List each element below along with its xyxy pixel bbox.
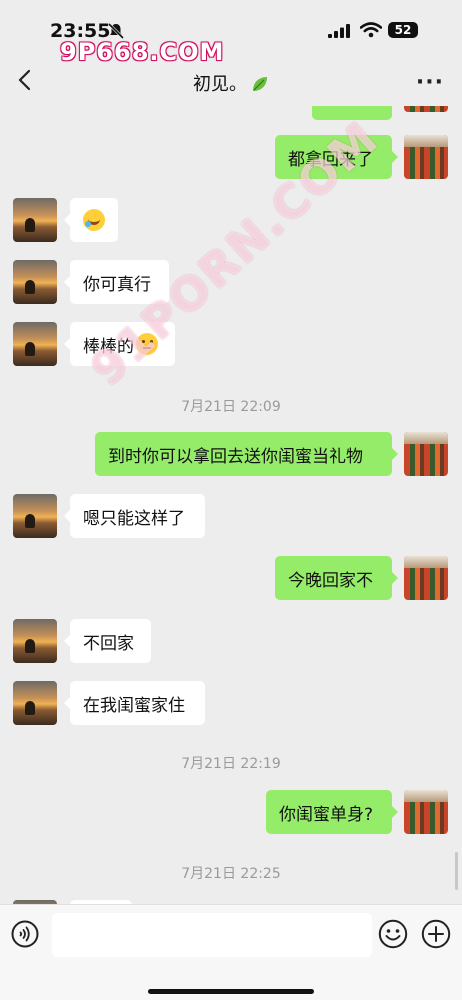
avatar-self[interactable] [404,432,448,476]
wifi-icon [360,22,382,38]
voice-input-icon[interactable] [11,920,39,948]
avatar-contact[interactable] [13,198,57,242]
laugh-cry-emoji-icon [83,209,105,231]
input-bar [0,904,462,1000]
emoji-picker-icon[interactable] [378,919,408,949]
avatar-contact[interactable] [13,260,57,304]
avatar-contact[interactable] [13,681,57,725]
message-bubble-outgoing[interactable]: 你闺蜜单身? [266,790,398,834]
message-input[interactable] [52,913,372,957]
avatar-self[interactable] [404,106,448,112]
message-bubble-incoming[interactable] [64,198,118,242]
message-bubble-incoming[interactable]: 嗯只能这样了 [64,494,205,538]
avatar-self[interactable] [404,135,448,179]
timestamp: 7月21日 22:25 [181,866,281,882]
home-indicator [148,989,314,994]
battery-indicator: 52 [388,22,418,38]
plus-icon[interactable] [421,919,451,949]
chat-header: 初见。 ··· [0,54,462,106]
message-bubble-outgoing[interactable]: 今晚回家不 [275,556,398,600]
avatar-contact[interactable] [13,494,57,538]
cellular-signal-icon [328,24,350,38]
leaf-icon [253,77,267,91]
message-list[interactable]: 都拿回来了 你可真行 棒棒的 7月21日 22:09 到时你可以拿回去送你闺蜜当… [0,106,462,904]
avatar-contact[interactable] [13,619,57,663]
scrollbar[interactable] [455,852,458,890]
more-options-icon[interactable]: ··· [416,70,444,95]
avatar-self[interactable] [404,556,448,600]
message-bubble-outgoing[interactable]: 到时你可以拿回去送你闺蜜当礼物 [95,432,398,476]
chat-title: 初见。 [0,70,462,96]
chat-title-text: 初见。 [193,74,247,95]
message-bubble-incoming[interactable]: 在我闺蜜家住 [64,681,205,725]
timestamp: 7月21日 22:09 [181,399,281,415]
avatar-self[interactable] [404,790,448,834]
timestamp: 7月21日 22:19 [181,756,281,772]
avatar-contact[interactable] [13,322,57,366]
watermark-diagonal: 91PORN.COM [80,110,389,397]
message-bubble-incoming[interactable]: 不回家 [64,619,151,663]
